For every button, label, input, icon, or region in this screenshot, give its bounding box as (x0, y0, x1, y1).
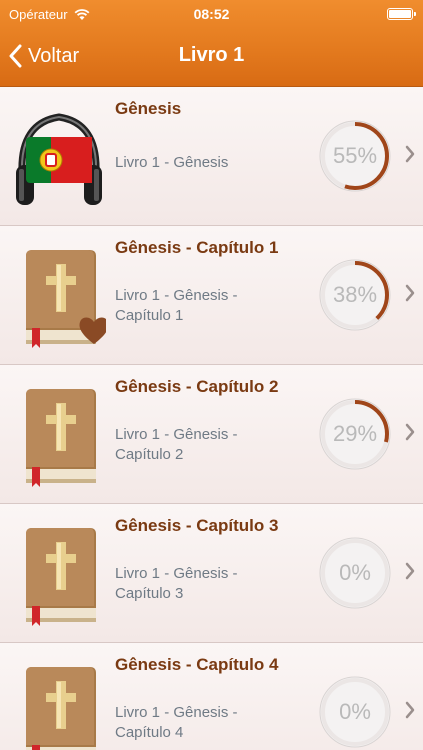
progress-indicator: 55% (318, 119, 392, 193)
list-item[interactable]: Gênesis - Capítulo 4 Livro 1 - Gênesis -… (0, 643, 423, 750)
bible-book-icon (26, 667, 96, 750)
item-subtitle: Livro 1 - Gênesis - Capítulo 3 (115, 565, 238, 602)
chevron-right-icon (405, 284, 415, 302)
list-item[interactable]: Gênesis - Capítulo 2 Livro 1 - Gênesis -… (0, 365, 423, 504)
list-item[interactable]: Gênesis - Capítulo 3 Livro 1 - Gênesis -… (0, 504, 423, 643)
bible-book-icon (26, 250, 106, 348)
chevron-right-icon (405, 562, 415, 580)
item-title: Gênesis (115, 99, 182, 118)
item-title: Gênesis - Capítulo 3 (115, 516, 279, 535)
headphones-portugal-flag-icon (16, 113, 102, 205)
page-title: Livro 1 (178, 44, 245, 66)
app-header: Opérateur 08:52 Voltar Livro 1 (0, 0, 423, 87)
chevron-right-icon (405, 701, 415, 719)
status-time: 08:52 (193, 6, 230, 22)
progress-label: 29% (332, 421, 378, 446)
progress-indicator: 29% (318, 397, 392, 471)
item-title: Gênesis - Capítulo 4 (115, 655, 279, 674)
item-subtitle: Livro 1 - Gênesis - Capítulo 1 (115, 287, 238, 324)
list-item[interactable]: Gênesis Livro 1 - Gênesis 55% (0, 87, 423, 226)
chevron-right-icon (405, 423, 415, 441)
bible-book-icon (26, 528, 96, 626)
progress-label: 38% (332, 282, 378, 307)
item-title: Gênesis - Capítulo 1 (115, 238, 279, 257)
progress-label: 0% (339, 699, 371, 724)
progress-indicator: 0% (318, 536, 392, 610)
chevron-right-icon (405, 145, 415, 163)
progress-label: 55% (332, 143, 378, 168)
list-item[interactable]: Gênesis - Capítulo 1 Livro 1 - Gênesis -… (0, 226, 423, 365)
item-subtitle: Livro 1 - Gênesis - Capítulo 4 (115, 704, 238, 741)
navigation-bar: Voltar Livro 1 (0, 28, 423, 84)
chapter-list: Gênesis Livro 1 - Gênesis 55% Gênesis - … (0, 87, 423, 750)
progress-indicator: 38% (318, 258, 392, 332)
bible-book-icon (26, 389, 96, 487)
progress-indicator: 0% (318, 675, 392, 749)
item-title: Gênesis - Capítulo 2 (115, 377, 279, 396)
progress-label: 0% (339, 560, 371, 585)
item-subtitle: Livro 1 - Gênesis - Capítulo 2 (115, 426, 238, 463)
item-subtitle: Livro 1 - Gênesis (115, 154, 229, 171)
status-bar: Opérateur 08:52 (0, 0, 423, 28)
battery-icon (387, 8, 416, 20)
